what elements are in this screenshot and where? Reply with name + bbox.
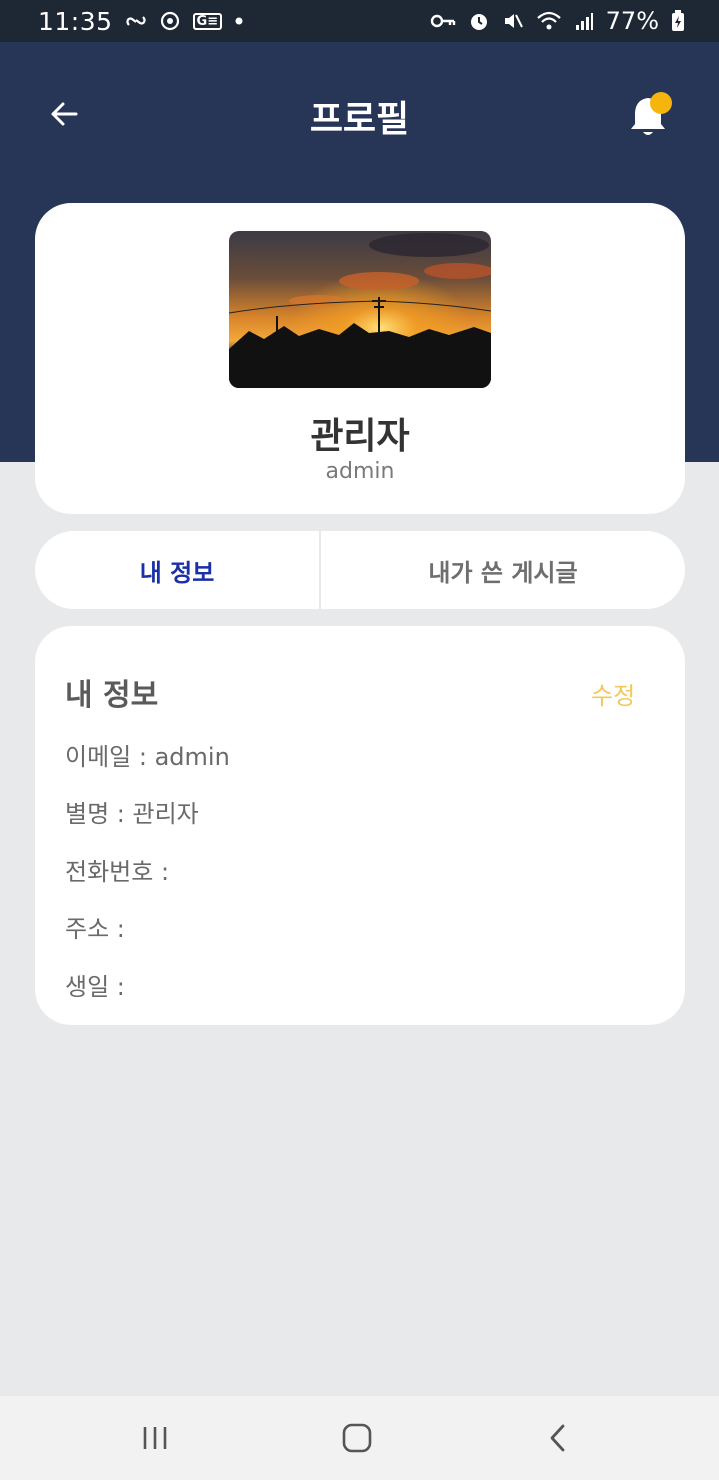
page-title: 프로필 bbox=[309, 99, 410, 140]
system-back-button[interactable] bbox=[528, 1418, 588, 1458]
info-card: 내 정보 수정 이메일 : admin 별명 : 관리자 전화번호 : 주소 :… bbox=[35, 626, 685, 1025]
tab-my-info[interactable]: 내 정보 bbox=[35, 531, 319, 609]
info-section-title: 내 정보 bbox=[65, 678, 159, 713]
battery-icon bbox=[671, 10, 685, 32]
status-left: 11:35 G≡ bbox=[38, 7, 244, 36]
info-row-nickname: 별명 : 관리자 bbox=[65, 800, 199, 828]
key-icon bbox=[430, 13, 456, 29]
recent-apps-icon bbox=[143, 1427, 167, 1449]
wifi-icon bbox=[536, 11, 562, 31]
info-row-address: 주소 : bbox=[65, 915, 125, 943]
status-bar: 11:35 G≡ 77% bbox=[0, 0, 719, 42]
g-icon: G≡ bbox=[192, 12, 223, 30]
tab-my-posts[interactable]: 내가 쓴 게시글 bbox=[321, 531, 685, 609]
status-time: 11:35 bbox=[38, 6, 113, 36]
profile-name: 관리자 bbox=[310, 416, 410, 457]
signal-icon bbox=[574, 11, 594, 31]
notification-badge bbox=[650, 92, 672, 114]
link-icon bbox=[125, 11, 147, 31]
chevron-left-icon bbox=[550, 1424, 565, 1452]
info-row-email: 이메일 : admin bbox=[65, 743, 230, 771]
profile-card: 관리자 admin bbox=[35, 203, 685, 514]
edit-button[interactable]: 수정 bbox=[591, 676, 635, 711]
info-row-phone: 전화번호 : bbox=[65, 858, 170, 886]
home-button[interactable] bbox=[327, 1418, 387, 1458]
recent-apps-button[interactable] bbox=[125, 1418, 185, 1458]
profile-photo[interactable] bbox=[229, 231, 491, 388]
status-right: 77% bbox=[430, 7, 685, 35]
mute-icon bbox=[502, 10, 524, 32]
sync-icon bbox=[159, 10, 181, 32]
info-row-birthday: 생일 : bbox=[65, 973, 125, 1001]
profile-tabs: 내 정보 내가 쓴 게시글 bbox=[35, 531, 685, 609]
battery-level: 77% bbox=[605, 7, 659, 35]
dot-icon bbox=[234, 16, 244, 26]
notification-button[interactable] bbox=[626, 92, 674, 140]
alarm-icon bbox=[468, 10, 490, 32]
system-nav-bar bbox=[0, 1396, 719, 1480]
profile-username: admin bbox=[325, 459, 395, 484]
home-icon bbox=[342, 1423, 372, 1453]
